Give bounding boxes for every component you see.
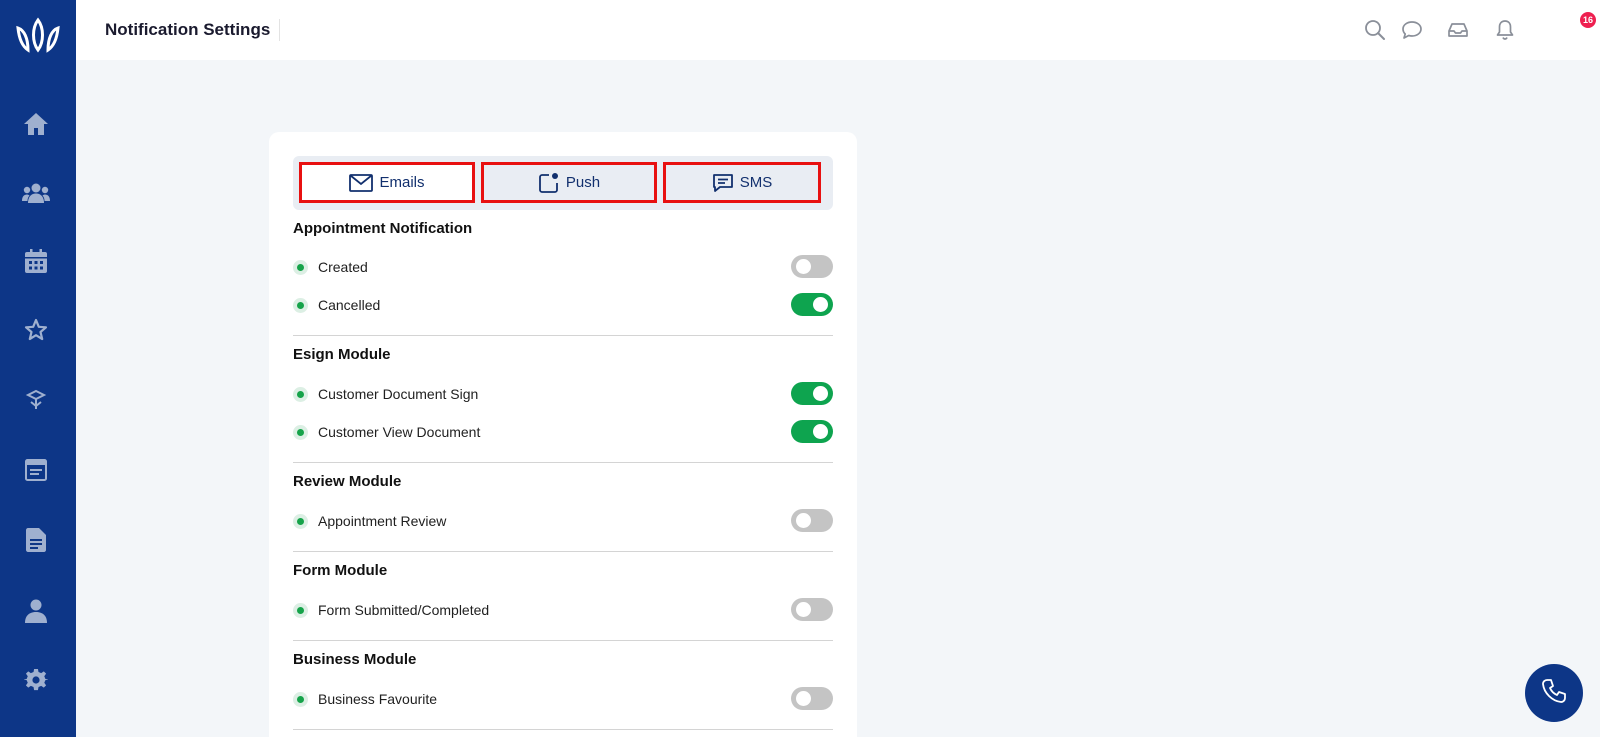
page-title: Notification Settings (105, 19, 281, 41)
top-header: Notification Settings 16 (76, 0, 1600, 60)
toggle-form-submitted[interactable] (791, 598, 833, 621)
inbox-icon[interactable] (1446, 18, 1470, 42)
document-small-icon (293, 425, 308, 440)
status-dot-icon (293, 260, 308, 275)
list-item: Business Favourite (293, 687, 833, 711)
section-divider (293, 729, 833, 730)
toggle-cancelled[interactable] (791, 293, 833, 316)
push-notification-icon (538, 172, 560, 194)
section-divider (293, 462, 833, 463)
list-item: Appointment Review (293, 509, 833, 533)
toggle-created[interactable] (791, 255, 833, 278)
tab-emails[interactable]: Emails (299, 162, 475, 203)
status-dot-icon (293, 603, 308, 618)
setting-label: Created (318, 259, 368, 275)
toggle-customer-document-sign[interactable] (791, 382, 833, 405)
section-divider (293, 551, 833, 552)
search-icon[interactable] (1363, 18, 1387, 42)
logo-icon[interactable] (14, 16, 62, 56)
section-title-review: Review Module (293, 473, 402, 490)
list-item: Customer View Document (293, 420, 833, 444)
section-divider (293, 640, 833, 641)
gear-icon[interactable] (22, 666, 50, 694)
phone-icon (1541, 678, 1567, 709)
setting-label: Appointment Review (318, 513, 447, 529)
tab-sms-label: SMS (739, 174, 773, 191)
home-icon[interactable] (22, 110, 50, 138)
status-dot-icon (293, 692, 308, 707)
status-dot-icon (293, 298, 308, 313)
notification-count-badge: 16 (1580, 12, 1597, 28)
call-button[interactable] (1525, 664, 1583, 722)
setting-label: Form Submitted/Completed (318, 602, 490, 618)
list-item: Created (293, 255, 833, 279)
person-icon[interactable] (22, 597, 50, 625)
star-icon[interactable] (22, 316, 50, 344)
document-icon[interactable] (22, 526, 50, 554)
channel-tabs: Emails Push SMS (293, 156, 833, 210)
section-divider (293, 335, 833, 336)
toggle-appointment-review[interactable] (791, 509, 833, 532)
mail-icon (349, 173, 374, 192)
list-item: Form Submitted/Completed (293, 598, 833, 622)
tab-push-label: Push (565, 174, 601, 191)
bell-icon[interactable] (1493, 18, 1517, 42)
signature-icon (293, 387, 308, 402)
chat-message-icon (712, 173, 734, 193)
setting-label: Business Favourite (318, 691, 438, 707)
list-item: Customer Document Sign (293, 382, 833, 406)
toggle-customer-view-document[interactable] (791, 420, 833, 443)
list-item: Cancelled (293, 293, 833, 317)
section-title-business: Business Module (293, 651, 417, 668)
setting-label: Customer View Document (318, 424, 481, 440)
users-icon[interactable] (22, 179, 50, 207)
section-title-esign: Esign Module (293, 346, 391, 363)
sidebar (0, 0, 76, 737)
calendar-icon[interactable] (22, 247, 50, 275)
section-title-appointment: Appointment Notification (293, 220, 473, 237)
setting-label: Cancelled (318, 297, 381, 313)
chat-bubble-icon[interactable] (1400, 18, 1424, 42)
tab-sms[interactable]: SMS (663, 162, 821, 203)
setting-label: Customer Document Sign (318, 386, 479, 402)
box-icon[interactable] (22, 386, 50, 414)
section-title-form: Form Module (293, 562, 388, 579)
toggle-business-favourite[interactable] (791, 687, 833, 710)
tab-emails-label: Emails (379, 174, 425, 191)
browser-window-icon[interactable] (22, 456, 50, 484)
notification-settings-card: Emails Push SMS Appointment Notification… (269, 132, 857, 737)
tab-push[interactable]: Push (481, 162, 657, 203)
status-dot-icon (293, 514, 308, 529)
